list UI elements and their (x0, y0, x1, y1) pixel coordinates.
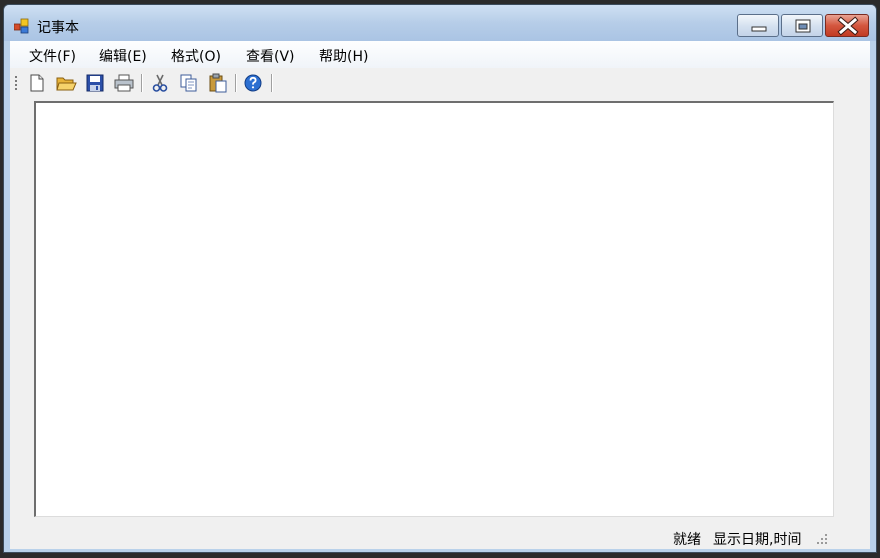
save-icon (86, 74, 104, 92)
minimize-button[interactable] (737, 14, 779, 37)
copy-button[interactable] (178, 72, 200, 94)
paste-button[interactable] (207, 72, 229, 94)
toolbar-grip-icon[interactable] (15, 75, 18, 91)
app-windows-icon (14, 18, 29, 34)
paste-icon (209, 73, 227, 93)
notepad-window: 记事本 文件(F) 编辑(E) 格式(O) 查看(V) 帮助(H) 就绪 显示日… (3, 4, 877, 553)
maximize-button[interactable] (781, 14, 823, 37)
help-icon (244, 74, 262, 92)
menu-file[interactable]: 文件(F) (29, 46, 76, 66)
status-datetime-label: 显示日期,时间 (713, 532, 802, 548)
cut-button[interactable] (149, 72, 171, 94)
menu-help[interactable]: 帮助(H) (319, 46, 368, 66)
copy-icon (180, 74, 197, 92)
menu-edit[interactable]: 编辑(E) (99, 46, 147, 66)
help-button[interactable] (242, 72, 264, 94)
print-button[interactable] (113, 72, 135, 94)
close-button[interactable] (825, 14, 869, 37)
window-title: 记事本 (37, 20, 79, 36)
toolbar-separator (235, 74, 236, 92)
toolbar-separator (141, 74, 142, 92)
toolbar-separator (271, 74, 272, 92)
menu-format[interactable]: 格式(O) (171, 46, 221, 66)
cut-icon (152, 74, 168, 92)
close-icon (837, 16, 859, 36)
status-bar: 就绪 显示日期,时间 (10, 519, 870, 549)
print-icon (114, 74, 134, 92)
toolbar (10, 69, 870, 97)
menu-view[interactable]: 查看(V) (246, 46, 295, 66)
editor-textarea[interactable] (34, 101, 834, 517)
save-button[interactable] (84, 72, 106, 94)
open-folder-icon (56, 77, 77, 91)
menu-bar: 文件(F) 编辑(E) 格式(O) 查看(V) 帮助(H) (10, 41, 870, 68)
status-ready-label: 就绪 (673, 532, 701, 548)
minimize-icon (751, 26, 767, 32)
resize-grip-icon[interactable] (816, 533, 828, 545)
title-bar[interactable]: 记事本 (4, 5, 876, 41)
open-button[interactable] (55, 72, 77, 94)
new-file-button[interactable] (26, 72, 48, 94)
new-file-icon (30, 74, 44, 92)
maximize-icon (795, 19, 811, 33)
client-area: 文件(F) 编辑(E) 格式(O) 查看(V) 帮助(H) 就绪 显示日期,时间 (10, 41, 870, 549)
